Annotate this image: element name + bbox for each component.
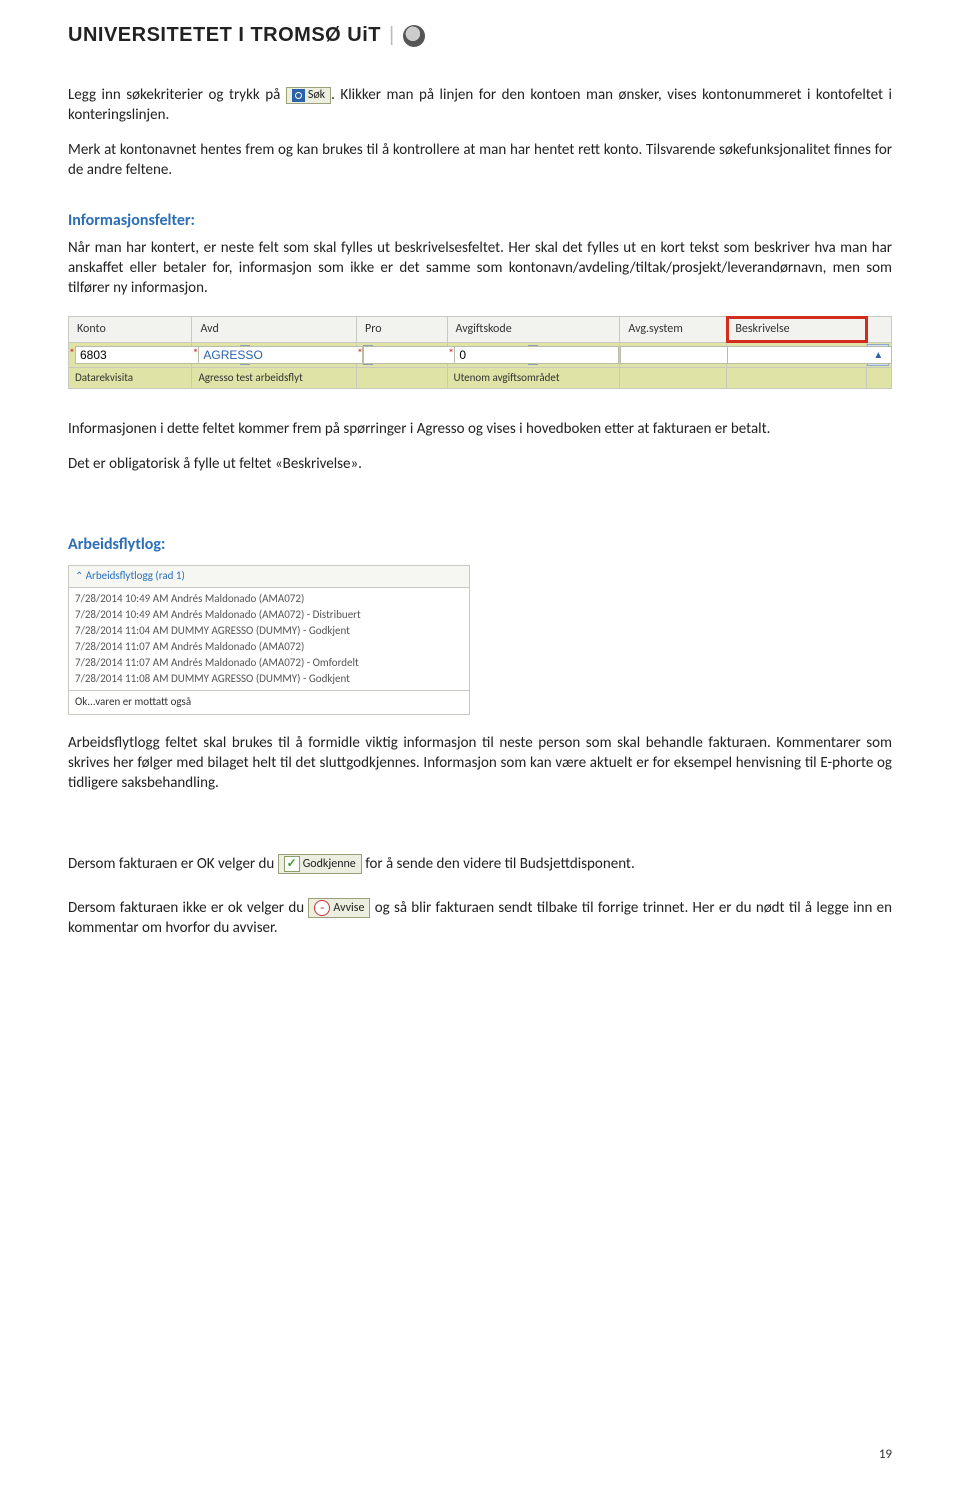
seal-icon [403,25,425,47]
paragraph-kontonavn: Merk at kontonavnet hentes frem og kan b… [68,140,892,181]
paragraph-workflow: Arbeidsflytlogg feltet skal brukes til å… [68,733,892,794]
org-short: UiT [347,22,381,49]
wf-entry: 7/28/2014 11:04 AM DUMMY AGRESSO (DUMMY)… [75,623,463,639]
avd-input[interactable] [198,346,363,364]
reject-button[interactable]: – Avvise [308,898,370,918]
workflow-log-panel: Arbeidsflytlogg (rad 1) 7/28/2014 10:49 … [68,565,470,714]
org-name: UNIVERSITETET I TROMSØ [68,22,341,49]
approve-button-label: Godkjenne [303,858,356,870]
university-logo: UNIVERSITETET I TROMSØ UiT | [68,22,892,49]
avgkode-desc: Utenom avgiftsområdet [447,367,620,389]
heading-arbeidsflytlog: Arbeidsflytlog: [68,534,892,556]
col-beskrivelse: Beskrivelse [727,317,867,342]
para1a: Legg inn søkekriterier og trykk på [68,86,286,104]
heading-informasjonsfelter: Informasjonsfelter: [68,210,892,232]
paragraph-after-grid-1: Informasjonen i dette feltet kommer frem… [68,419,892,439]
workflow-log-title[interactable]: Arbeidsflytlogg (rad 1) [69,566,469,588]
paragraph-not-ok: Dersom fakturaen ikke er ok velger du – … [68,898,892,939]
wf-entry: 7/28/2014 11:07 AM Andrés Maldonado (AMA… [75,639,463,655]
avd-desc: Agresso test arbeidsflyt [192,367,357,389]
page-number: 19 [879,1446,892,1464]
accounting-grid: Konto Avd Pro Avgiftskode Avg.system Bes… [68,316,892,389]
konto-desc: Datarekvisita [69,367,192,389]
paragraph-search-intro: Legg inn søkekriterier og trykk på Søk .… [68,85,892,126]
search-icon [292,89,305,102]
wf-entry: 7/28/2014 11:08 AM DUMMY AGRESSO (DUMMY)… [75,671,463,687]
search-button-label: Søk [308,89,325,101]
approve-button[interactable]: ✓ Godkjenne [278,854,362,874]
col-pro: Pro [357,317,448,342]
wf-entry: 7/28/2014 10:49 AM Andrés Maldonado (AMA… [75,591,463,607]
ok-para-a: Dersom fakturaen er OK velger du [68,855,278,873]
wf-entry: 7/28/2014 10:49 AM Andrés Maldonado (AMA… [75,607,463,623]
reject-icon: – [314,900,330,916]
pro-desc [357,367,448,389]
workflow-comment: Ok...varen er mottatt også [69,690,469,714]
col-scroll [867,317,892,342]
wf-entry: 7/28/2014 11:07 AM Andrés Maldonado (AMA… [75,655,463,671]
ok-para-b: for å sende den videre til Budsjettdispo… [365,855,635,873]
avgsys-desc [620,367,727,389]
logo-divider: | [389,22,395,49]
paragraph-after-grid-2: Det er obligatorisk å fylle ut feltet «B… [68,454,892,474]
check-icon: ✓ [284,856,300,872]
paragraph-ok: Dersom fakturaen er OK velger du ✓ Godkj… [68,854,892,874]
col-avd: Avd [192,317,357,342]
col-avgsystem: Avg.system [620,317,727,342]
avgkode-input[interactable] [454,346,619,364]
required-marker: * [448,346,455,362]
nok-para-a: Dersom fakturaen ikke er ok velger du [68,899,308,917]
search-button[interactable]: Søk [286,87,331,104]
col-konto: Konto [69,317,192,342]
beskrivelse-desc [727,367,867,389]
reject-button-label: Avvise [333,902,364,914]
beskrivelse-input[interactable] [727,346,892,364]
workflow-log-body: 7/28/2014 10:49 AM Andrés Maldonado (AMA… [69,588,469,690]
paragraph-informasjonsfelter: Når man har kontert, er neste felt som s… [68,238,892,299]
col-avgiftskode: Avgiftskode [447,317,620,342]
